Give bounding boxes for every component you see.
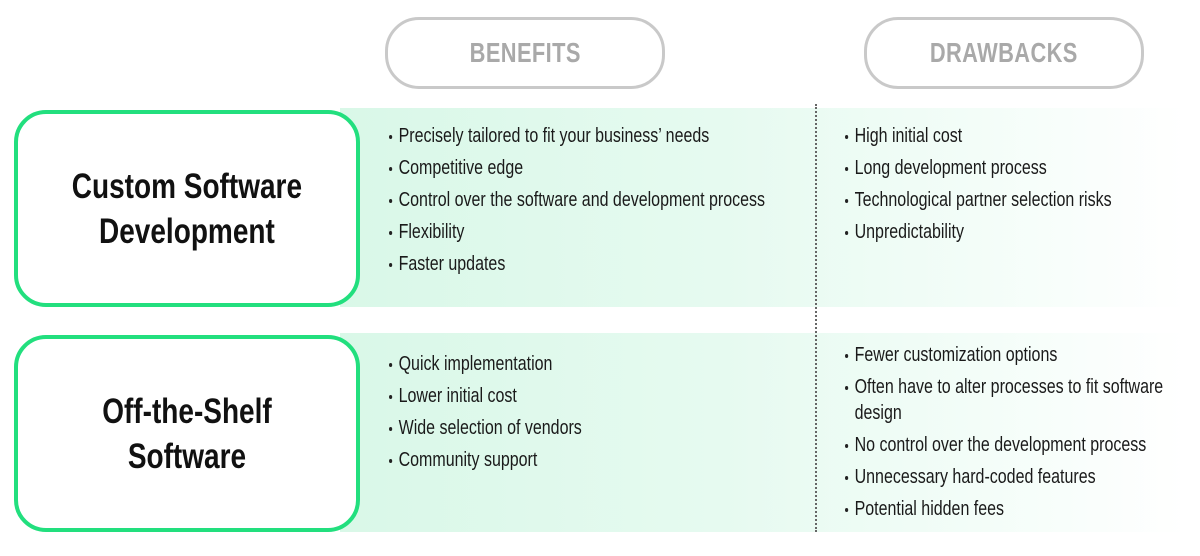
offshelf-software-title: Off-the-Shelf Software: [102, 389, 272, 479]
custom-software-title-line2: Development: [99, 211, 275, 251]
list-item: Fewer customization options: [845, 342, 1165, 368]
list-item: Competitive edge: [389, 155, 805, 181]
list-item: Long development process: [845, 155, 1181, 181]
list-item: Control over the software and developmen…: [389, 187, 805, 213]
list-item: Lower initial cost: [389, 383, 805, 409]
offshelf-software-title-line2: Software: [127, 436, 247, 476]
offshelf-software-title-line1: Off-the-Shelf: [102, 391, 272, 431]
list-item: Unnecessary hard-coded features: [845, 464, 1165, 490]
list-item: Wide selection of vendors: [389, 415, 805, 441]
list-item: Technological partner selection risks: [845, 187, 1181, 213]
list-item: Quick implementation: [389, 351, 805, 377]
custom-drawbacks-list: High initial cost Long development proce…: [845, 123, 1181, 251]
column-divider: [815, 104, 817, 532]
list-item: Faster updates: [389, 251, 805, 277]
drawbacks-header: DRAWBACKS: [864, 17, 1144, 89]
custom-software-box: Custom Software Development: [14, 110, 360, 307]
list-item: Potential hidden fees: [845, 496, 1165, 522]
list-item: Flexibility: [389, 219, 805, 245]
list-item: No control over the development process: [845, 432, 1165, 458]
list-item: High initial cost: [845, 123, 1181, 149]
list-item: Precisely tailored to fit your business’…: [389, 123, 805, 149]
custom-benefits-list: Precisely tailored to fit your business’…: [389, 123, 805, 283]
benefits-header: BENEFITS: [385, 17, 665, 89]
offshelf-benefits-list: Quick implementation Lower initial cost …: [389, 351, 805, 479]
custom-software-title-line1: Custom Software: [71, 166, 303, 206]
benefits-header-label: BENEFITS: [469, 37, 581, 68]
drawbacks-header-label: DRAWBACKS: [930, 37, 1078, 68]
offshelf-drawbacks-list: Fewer customization options Often have t…: [845, 342, 1165, 528]
list-item: Unpredictability: [845, 219, 1181, 245]
list-item: Often have to alter processes to fit sof…: [845, 374, 1165, 426]
offshelf-software-box: Off-the-Shelf Software: [14, 335, 360, 532]
list-item: Community support: [389, 447, 805, 473]
custom-software-title: Custom Software Development: [72, 164, 302, 254]
